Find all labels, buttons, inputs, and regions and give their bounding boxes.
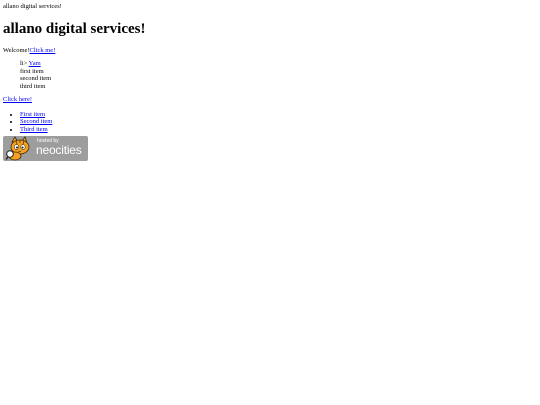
list-item: First item bbox=[20, 111, 537, 119]
page: allano digital services! allano digital … bbox=[0, 0, 540, 161]
list-item: second item bbox=[20, 75, 52, 82]
list-item: Third item bbox=[20, 126, 537, 134]
first-item-link[interactable]: First item bbox=[20, 111, 45, 118]
neocities-brand-text: neocities bbox=[36, 143, 82, 157]
li-prefix-text: li> bbox=[20, 60, 28, 67]
click-here-link[interactable]: Click here! bbox=[3, 96, 32, 103]
click-here-line: Click here! bbox=[3, 96, 537, 104]
neocities-badge[interactable]: hosted by neocities bbox=[3, 136, 88, 161]
top-title-text: allano digital services! bbox=[3, 3, 62, 10]
list-item: third item bbox=[20, 82, 46, 90]
list-item: Second item bbox=[20, 118, 537, 126]
yam-link[interactable]: Yam bbox=[29, 60, 41, 67]
page-heading: allano digital services! bbox=[3, 20, 146, 37]
click-me-link[interactable]: Click me! bbox=[30, 47, 56, 54]
welcome-line: Welcome!Click me! bbox=[3, 47, 537, 55]
welcome-text: Welcome! bbox=[3, 46, 30, 54]
first-list: li> Yam first item second item third ite… bbox=[3, 60, 537, 90]
list-item: first item bbox=[20, 67, 44, 75]
second-item-link[interactable]: Second item bbox=[20, 118, 52, 125]
neocities-cat-icon bbox=[5, 136, 30, 161]
link-list: First item Second item Third item bbox=[3, 111, 537, 134]
third-item-link[interactable]: Third item bbox=[20, 126, 48, 133]
list-item-yam: li> Yam bbox=[20, 60, 537, 68]
